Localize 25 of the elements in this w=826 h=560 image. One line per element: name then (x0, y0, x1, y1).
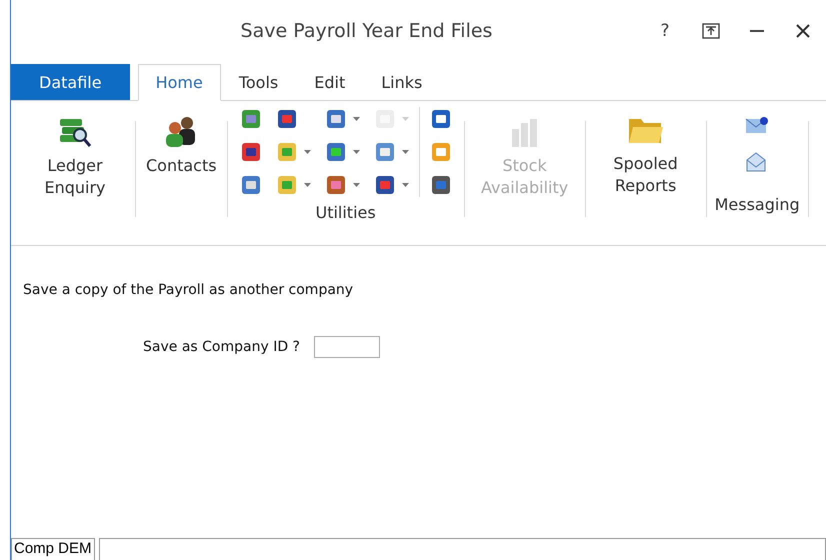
ribbon-button[interactable]: Contacts (136, 107, 227, 245)
open-envelope-icon[interactable] (745, 151, 768, 173)
ribbon-button[interactable]: Ledger Enquiry (15, 107, 135, 245)
close-icon[interactable] (796, 24, 810, 38)
group-label: Messaging (714, 195, 800, 214)
caret-icon[interactable] (402, 183, 409, 187)
status-company: Comp DEM (11, 538, 95, 560)
help-button[interactable]: ? (642, 21, 688, 41)
file-menu-tab[interactable]: Datafile (11, 64, 130, 100)
description-text: Save a copy of the Payroll as another company (23, 282, 354, 298)
company-id-field[interactable] (314, 336, 380, 358)
ribbon-button[interactable]: Spooled Reports (586, 107, 706, 245)
window-title: Save Payroll Year End Files (240, 20, 494, 42)
caret-icon[interactable] (304, 183, 311, 187)
envelope-icon[interactable] (745, 115, 770, 135)
caret-icon[interactable] (352, 150, 360, 154)
caret-icon[interactable] (352, 117, 360, 121)
group-label: Utilities (315, 203, 376, 222)
restore-icon[interactable] (702, 23, 720, 39)
caret-icon[interactable] (304, 150, 311, 154)
caret-icon[interactable] (352, 183, 360, 187)
minimize-icon[interactable] (750, 30, 764, 32)
ribbon-tab[interactable]: Home (138, 64, 221, 101)
field-label: Save as Company ID ? (143, 339, 300, 355)
caret-icon[interactable] (402, 150, 409, 154)
